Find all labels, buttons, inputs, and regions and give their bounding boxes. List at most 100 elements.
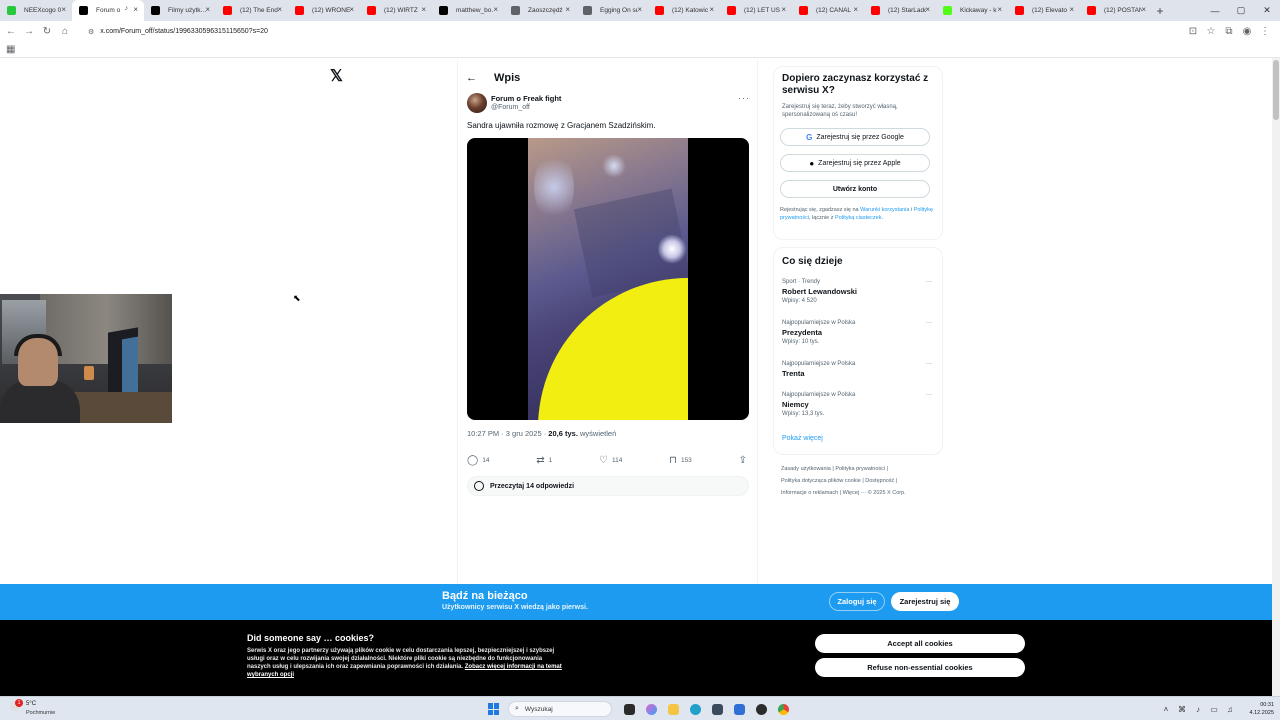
close-tab-icon[interactable]: ×	[925, 5, 930, 14]
browser-tab[interactable]: (12) The End ×	[216, 0, 288, 21]
bookmark-star-icon[interactable]: ☆	[1202, 21, 1220, 42]
minimize-icon[interactable]: —	[1202, 0, 1228, 21]
bookmark-button[interactable]: ⊓ 153	[669, 453, 692, 467]
weather-widget[interactable]: 1 5°C Pochmurnie	[10, 699, 80, 718]
close-tab-icon[interactable]: ×	[133, 5, 138, 14]
browser-tab[interactable]: (12) Elevato ×	[1008, 0, 1080, 21]
browser-tab[interactable]: (12) POSTAN ×	[1080, 0, 1152, 21]
reply-button[interactable]: ◯ 14	[467, 453, 489, 467]
scrollbar-thumb[interactable]	[1273, 60, 1279, 120]
trend-more-icon[interactable]: ···	[926, 279, 932, 285]
new-tab-button[interactable]: +	[1152, 0, 1168, 21]
close-tab-icon[interactable]: ×	[61, 5, 66, 14]
trend-more-icon[interactable]: ···	[926, 361, 932, 367]
create-account-button[interactable]: Utwórz konto	[780, 180, 930, 198]
back-arrow-icon[interactable]: ←	[466, 72, 494, 84]
close-tab-icon[interactable]: ×	[853, 5, 858, 14]
browser-tab[interactable]: Kickaway - k ×	[936, 0, 1008, 21]
site-info-icon[interactable]: ⚙	[88, 28, 94, 36]
show-more-link[interactable]: Pokaż więcej	[782, 435, 823, 442]
close-tab-icon[interactable]: ×	[1141, 5, 1146, 14]
home-icon[interactable]: ⌂	[56, 21, 74, 42]
x-logo-icon[interactable]: 𝕏	[330, 66, 343, 86]
browser-tab[interactable]: (12) CANAL ×	[792, 0, 864, 21]
forward-icon[interactable]: →	[20, 21, 38, 42]
page-scrollbar[interactable]	[1272, 58, 1280, 696]
close-tab-icon[interactable]: ×	[1069, 5, 1074, 14]
file-explorer-icon[interactable]	[662, 699, 684, 719]
refuse-cookies-button[interactable]: Refuse non-essential cookies	[815, 658, 1025, 677]
audio-icon[interactable]: ♪	[125, 5, 129, 12]
more-options-icon[interactable]: ···	[738, 93, 750, 103]
chevron-up-icon[interactable]: ˄	[1158, 705, 1174, 714]
close-tab-icon[interactable]: ×	[997, 5, 1002, 14]
close-tab-icon[interactable]: ×	[781, 5, 786, 14]
signup-button[interactable]: Zarejestruj się	[891, 592, 959, 611]
trend-item[interactable]: Sport · Trendy Robert Lewandowski Wpisy:…	[782, 279, 932, 304]
trend-more-icon[interactable]: ···	[926, 320, 932, 326]
trend-item[interactable]: Najpopularniejsze w Polska Trenta ···	[782, 361, 932, 380]
browser-tab[interactable]: (12) WIRTZ ×	[360, 0, 432, 21]
apps-grid-icon[interactable]: ▦	[6, 44, 15, 55]
share-button[interactable]: ⇪	[739, 453, 751, 467]
install-icon[interactable]: ⊡	[1184, 21, 1202, 42]
volume-icon[interactable]: ♫	[1222, 705, 1238, 714]
browser-tab[interactable]: Forum o ♪ ×	[72, 0, 144, 21]
author-handle[interactable]: @Forum_off	[491, 104, 530, 111]
menu-icon[interactable]: ⋮	[1256, 21, 1274, 42]
mail-icon[interactable]	[728, 699, 750, 719]
browser-tab[interactable]: (12) LET US ×	[720, 0, 792, 21]
back-icon[interactable]: ←	[2, 21, 20, 42]
like-button[interactable]: ♡ 114	[599, 453, 622, 467]
browser-tab[interactable]: Egging On su ×	[576, 0, 648, 21]
close-tab-icon[interactable]: ×	[637, 5, 642, 14]
cookies-link[interactable]: Polityką ciasteczek	[835, 215, 881, 221]
browser-tab[interactable]: NEEXcogo 0…×	[0, 0, 72, 21]
start-icon[interactable]	[488, 703, 500, 715]
google-signup-button[interactable]: G Zarejestruj się przez Google	[780, 128, 930, 146]
extensions-icon[interactable]: ⧉	[1220, 21, 1238, 42]
trend-item[interactable]: Najpopularniejsze w Polska Niemcy Wpisy:…	[782, 392, 932, 417]
footer-line[interactable]: Polityka dotycząca plików cookie | Dostę…	[781, 475, 941, 487]
browser-tab[interactable]: (12) Katowic ×	[648, 0, 720, 21]
taskbar-search[interactable]: ⌕ Wyszukaj	[508, 701, 612, 717]
reload-icon[interactable]: ↻	[38, 21, 56, 42]
read-replies-button[interactable]: Przeczytaj 14 odpowiedzi	[467, 476, 749, 496]
terms-link[interactable]: Warunki korzystania	[860, 207, 909, 213]
address-bar[interactable]: ⚙ x.com/Forum_off/status/199633059631511…	[80, 24, 1210, 39]
author-name[interactable]: Forum o Freak fight	[491, 94, 561, 103]
copilot-icon[interactable]	[640, 699, 662, 719]
browser-tab[interactable]: (12) WRONE ×	[288, 0, 360, 21]
close-tab-icon[interactable]: ×	[277, 5, 282, 14]
clock[interactable]: 00:31 4.12.2025	[1244, 701, 1274, 717]
close-tab-icon[interactable]: ×	[709, 5, 714, 14]
post-video[interactable]	[467, 138, 749, 420]
close-tab-icon[interactable]: ×	[421, 5, 426, 14]
network-icon[interactable]: ⌘	[1174, 705, 1190, 714]
close-tab-icon[interactable]: ×	[565, 5, 570, 14]
trend-item[interactable]: Najpopularniejsze w Polska Prezydenta Wp…	[782, 320, 932, 345]
close-window-icon[interactable]: ✕	[1254, 0, 1280, 21]
store-icon[interactable]	[706, 699, 728, 719]
browser-tab[interactable]: (12) StarLadd ×	[864, 0, 936, 21]
accept-cookies-button[interactable]: Accept all cookies	[815, 634, 1025, 653]
microphone-icon[interactable]: ♪	[1190, 705, 1206, 714]
browser-tab[interactable]: Filmy użytk… ×	[144, 0, 216, 21]
close-tab-icon[interactable]: ×	[493, 5, 498, 14]
chrome-icon[interactable]	[772, 699, 794, 719]
profile-icon[interactable]: ◉	[1238, 21, 1256, 42]
task-view-icon[interactable]	[618, 699, 640, 719]
post-time[interactable]: 10:27 PM · 3 gru 2025 ·	[467, 429, 548, 438]
apple-signup-button[interactable]: ● Zarejestruj się przez Apple	[780, 154, 930, 172]
repost-button[interactable]: ⇄ 1	[536, 453, 552, 467]
browser-tab[interactable]: Zaoszczędź ×	[504, 0, 576, 21]
footer-line[interactable]: Zasady użytkowania | Polityka prywatnośc…	[781, 463, 941, 475]
browser-tab[interactable]: matthew_bo… ×	[432, 0, 504, 21]
close-tab-icon[interactable]: ×	[205, 5, 210, 14]
trend-more-icon[interactable]: ···	[926, 392, 932, 398]
close-tab-icon[interactable]: ×	[349, 5, 354, 14]
login-button[interactable]: Zaloguj się	[829, 592, 885, 611]
avatar[interactable]	[467, 93, 487, 113]
maximize-icon[interactable]: ▢	[1228, 0, 1254, 21]
footer-line[interactable]: Informacje o reklamach | Więcej ··· © 20…	[781, 487, 941, 499]
